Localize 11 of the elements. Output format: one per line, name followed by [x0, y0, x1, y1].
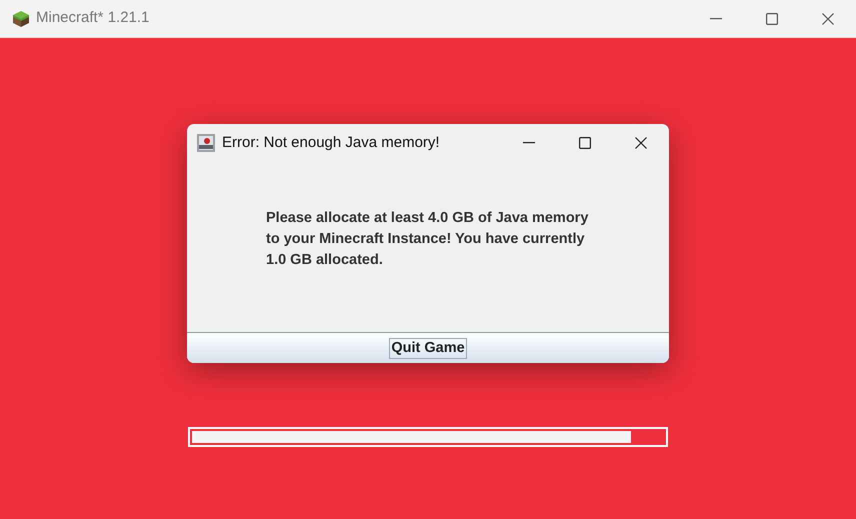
quit-game-button[interactable]: Quit Game [389, 338, 467, 358]
window-title: Minecraft* 1.21.1 [36, 8, 150, 28]
maximize-icon[interactable] [766, 12, 778, 24]
close-icon[interactable] [635, 137, 647, 149]
minimize-icon[interactable] [710, 18, 722, 20]
maximize-icon[interactable] [579, 137, 591, 149]
minimize-icon[interactable] [523, 142, 535, 144]
grass-block-icon [12, 10, 30, 28]
dialog-title: Error: Not enough Java memory! [222, 132, 440, 153]
error-message: Please allocate at least 4.0 GB of Java memory to your Minecraft Instance! You have currently 1.0 GB allocated. [266, 208, 590, 270]
close-icon[interactable] [822, 12, 834, 24]
